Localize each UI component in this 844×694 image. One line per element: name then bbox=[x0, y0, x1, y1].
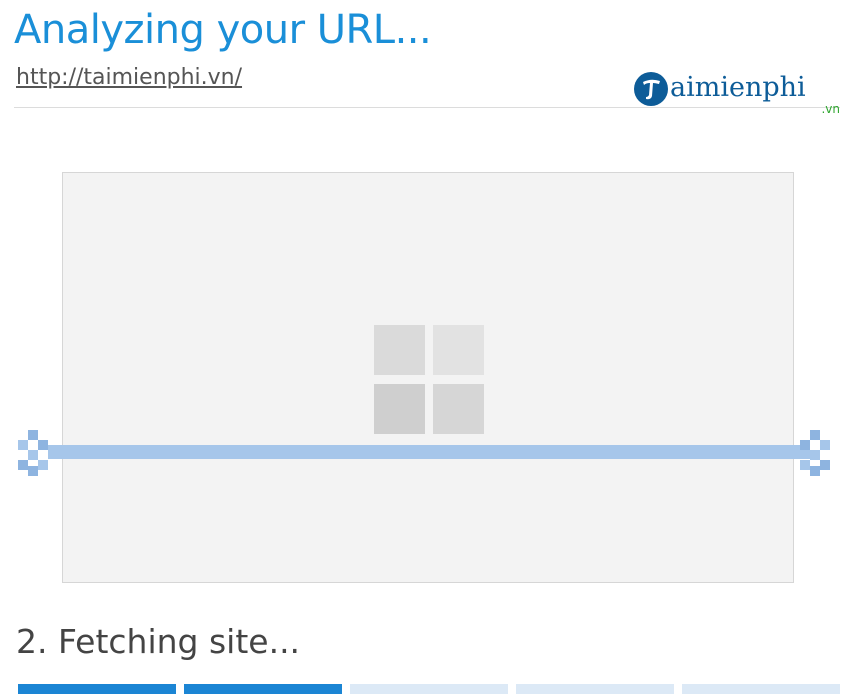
page-title: Analyzing your URL... bbox=[14, 7, 432, 53]
logo-suffix: .vn bbox=[821, 102, 840, 116]
analyzed-url-link[interactable]: http://taimienphi.vn/ bbox=[16, 64, 242, 92]
progress-step-3 bbox=[350, 684, 508, 694]
scan-bar bbox=[48, 445, 810, 459]
logo-text: aimienphi bbox=[670, 72, 806, 103]
progress-step-1 bbox=[18, 684, 176, 694]
status-text: 2. Fetching site... bbox=[16, 622, 301, 661]
progress-step-2 bbox=[184, 684, 342, 694]
step-progress-bar bbox=[18, 684, 840, 694]
progress-step-4 bbox=[516, 684, 674, 694]
logo-badge-icon bbox=[634, 72, 668, 106]
progress-step-5 bbox=[682, 684, 840, 694]
windows-tile-icon bbox=[374, 325, 484, 434]
taimienphi-logo: aimienphi .vn bbox=[634, 68, 842, 118]
scan-progress-line bbox=[18, 430, 840, 476]
